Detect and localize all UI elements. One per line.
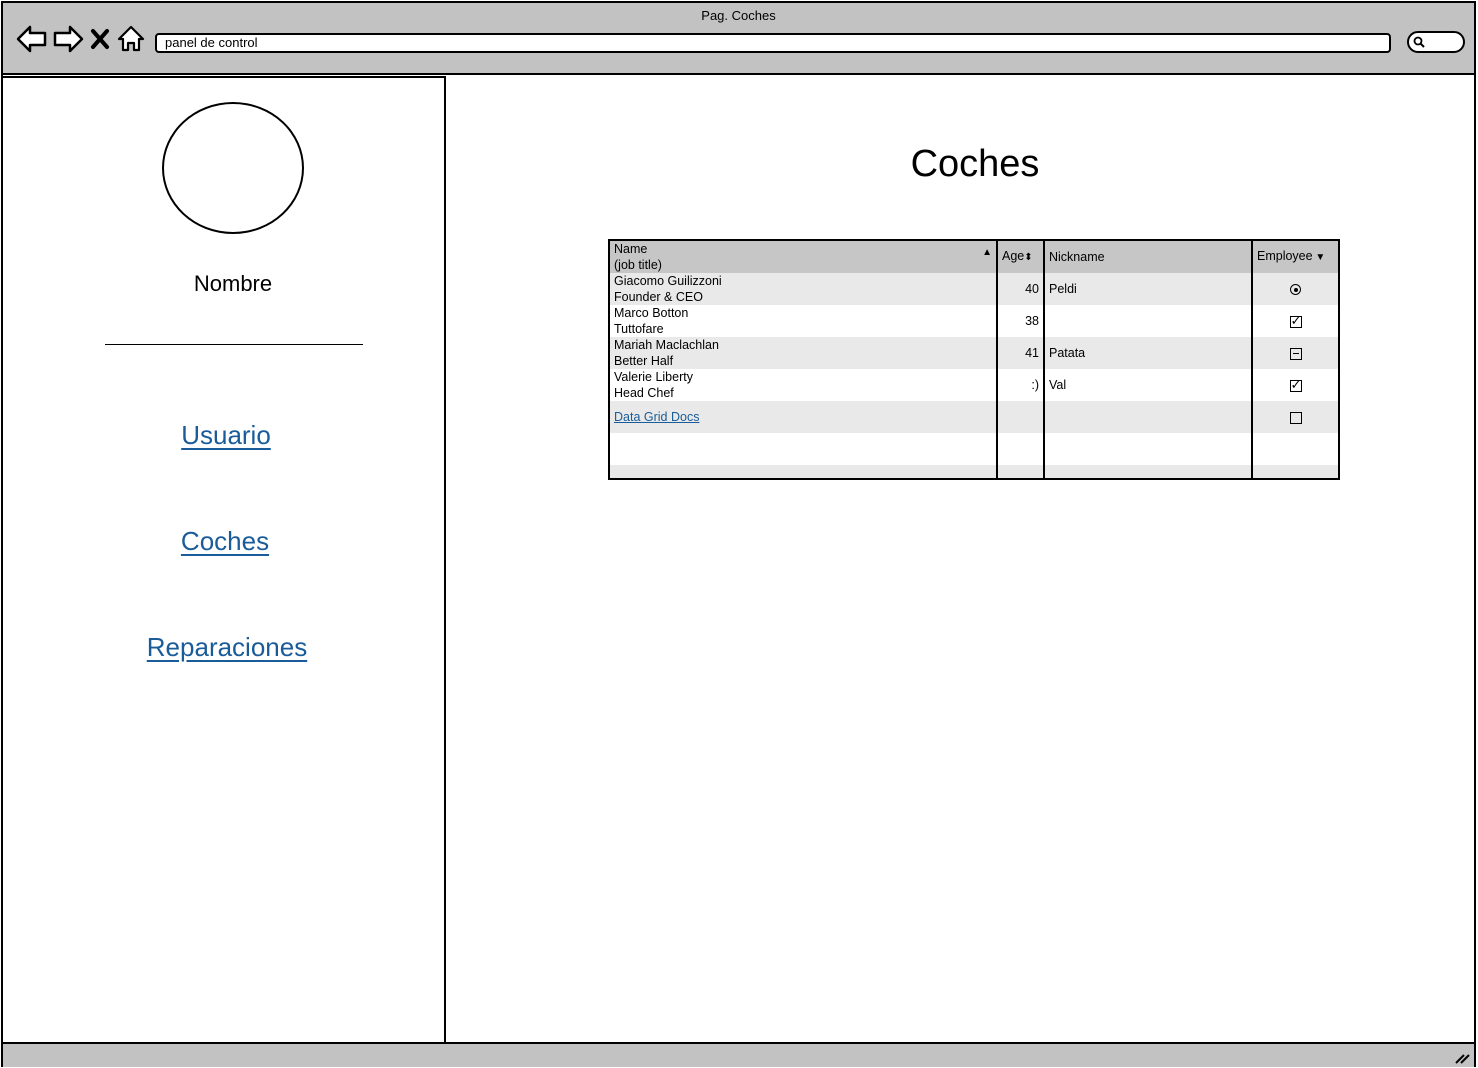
employee-checkbox[interactable] [1289, 377, 1302, 393]
row-title: Better Half [614, 354, 674, 368]
header-nickname-label: Nickname [1049, 250, 1105, 264]
cell-empty [610, 465, 998, 478]
cell-nickname: Peldi [1044, 273, 1253, 305]
cell-name: Marco Botton Tuttofare [610, 305, 998, 337]
employee-checkbox[interactable] [1289, 411, 1302, 424]
cell-employee [1252, 369, 1338, 401]
divider [105, 344, 363, 345]
cell-empty [1044, 433, 1253, 465]
nav-item-reparaciones[interactable]: Reparaciones [3, 632, 451, 663]
search-icon [1413, 36, 1425, 48]
cell-name: Valerie Liberty Head Chef [610, 369, 998, 401]
search-button[interactable] [1407, 31, 1465, 53]
nav-item-coches[interactable]: Coches [3, 526, 447, 557]
cell-employee [1252, 273, 1338, 305]
cell-nickname: Val [1044, 369, 1253, 401]
cell-empty [1252, 433, 1338, 465]
cell-empty [997, 465, 1045, 478]
sort-asc-icon: ▲ [982, 247, 992, 258]
table-row[interactable]: Marco Botton Tuttofare 38 [610, 305, 1338, 337]
header-name[interactable]: ▲ Name (job title) [610, 241, 998, 273]
cell-age: 38 [997, 305, 1045, 337]
nav-link-reparaciones[interactable]: Reparaciones [147, 632, 307, 662]
header-employee[interactable]: Employee ▼ [1252, 241, 1338, 273]
cell-employee [1252, 401, 1338, 433]
resize-grip-icon[interactable] [1454, 1050, 1470, 1064]
grid-header-row: ▲ Name (job title) Age⬍ Nickname Employe… [610, 241, 1338, 273]
table-row[interactable]: Giacomo Guilizzoni Founder & CEO 40 Peld… [610, 273, 1338, 305]
stop-button[interactable] [89, 23, 111, 55]
cell-employee [1252, 305, 1338, 337]
cell-empty [610, 433, 998, 465]
cell-nickname [1044, 305, 1253, 337]
table-row[interactable]: Mariah Maclachlan Better Half 41 Patata [610, 337, 1338, 369]
forward-arrow-icon [53, 25, 84, 53]
employee-radio[interactable] [1290, 284, 1301, 296]
cell-nickname [1044, 401, 1253, 433]
browser-window: Pag. Coches panel de control Nombre Usua… [1, 1, 1476, 1067]
table-row-empty [610, 465, 1338, 478]
data-grid: ▲ Name (job title) Age⬍ Nickname Employe… [608, 239, 1340, 480]
cell-age: 40 [997, 273, 1045, 305]
table-row[interactable]: Valerie Liberty Head Chef :) Val [610, 369, 1338, 401]
sort-both-icon: ⬍ [1024, 252, 1033, 263]
window-title: Pag. Coches [701, 8, 776, 23]
header-name-label: Name [614, 242, 648, 256]
table-row: Data Grid Docs [610, 401, 1338, 433]
status-bar [3, 1042, 1474, 1067]
cell-employee [1252, 337, 1338, 369]
header-age[interactable]: Age⬍ [997, 241, 1045, 273]
nav-link-coches[interactable]: Coches [181, 526, 269, 556]
cell-name: Data Grid Docs [610, 401, 998, 433]
title-bar: Pag. Coches panel de control [3, 3, 1474, 75]
user-name: Nombre [193, 271, 273, 296]
data-grid-docs-link[interactable]: Data Grid Docs [614, 410, 699, 424]
header-nickname[interactable]: Nickname [1044, 241, 1253, 273]
header-name-sub: (job title) [614, 258, 662, 272]
avatar [162, 102, 304, 234]
home-icon [117, 25, 145, 52]
header-employee-label: Employee [1257, 249, 1313, 263]
cell-age [997, 401, 1045, 433]
address-bar[interactable]: panel de control [155, 33, 1391, 53]
row-name: Mariah Maclachlan [614, 338, 719, 352]
home-button[interactable] [116, 23, 146, 55]
page-title: Coches [910, 143, 1040, 185]
employee-checkbox[interactable] [1289, 347, 1302, 360]
back-button[interactable] [15, 23, 49, 55]
header-age-label: Age [1002, 249, 1025, 263]
cell-empty [1044, 465, 1253, 478]
cell-age: :) [997, 369, 1045, 401]
row-name: Valerie Liberty [614, 370, 693, 384]
close-icon [91, 29, 109, 49]
back-arrow-icon [16, 25, 47, 53]
row-title: Tuttofare [614, 322, 664, 336]
sort-desc-icon: ▼ [1312, 252, 1326, 263]
row-name: Giacomo Guilizzoni [614, 274, 722, 288]
cell-age: 41 [997, 337, 1045, 369]
cell-name: Giacomo Guilizzoni Founder & CEO [610, 273, 998, 305]
nav-link-usuario[interactable]: Usuario [181, 420, 271, 450]
nav-item-usuario[interactable]: Usuario [3, 420, 449, 451]
row-title: Founder & CEO [614, 290, 703, 304]
employee-checkbox[interactable] [1289, 313, 1302, 329]
cell-name: Mariah Maclachlan Better Half [610, 337, 998, 369]
table-row-empty [610, 433, 1338, 465]
row-name: Marco Botton [614, 306, 689, 320]
cell-empty [997, 433, 1045, 465]
cell-nickname: Patata [1044, 337, 1253, 369]
sidebar: Nombre Usuario Coches Reparaciones [3, 76, 446, 1042]
row-title: Head Chef [614, 386, 674, 400]
forward-button[interactable] [51, 23, 85, 55]
cell-empty [1252, 465, 1338, 478]
